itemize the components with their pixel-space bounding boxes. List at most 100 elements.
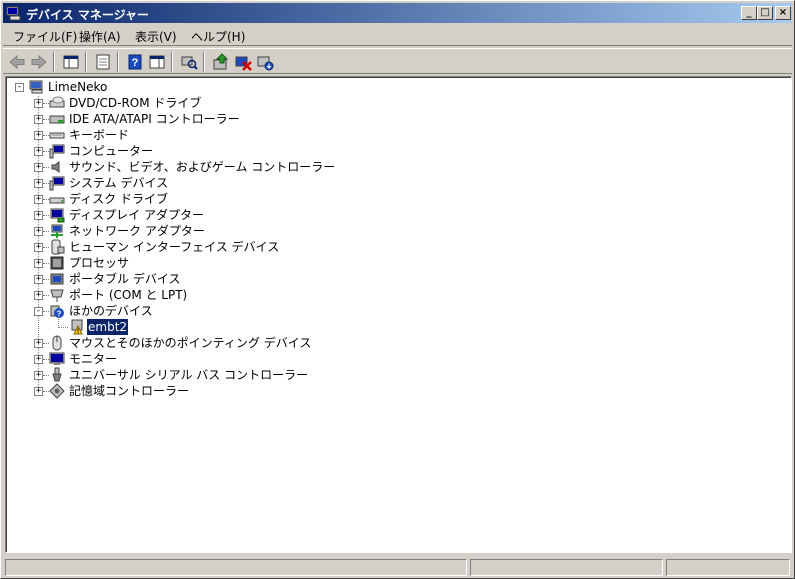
tree-category-node[interactable]: + ポータブル デバイス <box>7 271 427 287</box>
computer-root-icon <box>29 80 43 94</box>
tree-category-label: システム デバイス <box>69 176 169 190</box>
tree-category-node[interactable]: + 記憶域コントローラー <box>7 383 427 399</box>
menu-view[interactable]: 表示(V) <box>135 28 177 45</box>
tree-category-node[interactable]: + モニター <box>7 351 427 367</box>
toolbar-separator <box>117 52 119 72</box>
tree-category-node[interactable]: -? ほかのデバイス <box>7 303 427 319</box>
menu-action[interactable]: 操作(A) <box>79 28 121 45</box>
tree-category-node[interactable]: + コンピューター <box>7 143 427 159</box>
tree-category-label: ポート (COM と LPT) <box>69 288 188 302</box>
tree-category-node[interactable]: + ユニバーサル シリアル バス コントローラー <box>7 367 427 383</box>
sound-icon <box>51 161 60 173</box>
tree-category-node[interactable]: + ディスプレイ アダプター <box>7 207 427 223</box>
minimize-button[interactable]: _ <box>741 6 757 20</box>
help-icon[interactable]: ? <box>125 52 145 72</box>
tree-category-label: ユニバーサル シリアル バス コントローラー <box>69 368 309 382</box>
status-panel-main <box>5 559 467 576</box>
tree-category-node[interactable]: + ヒューマン インターフェイス デバイス <box>7 239 427 255</box>
expand-toggle[interactable]: + <box>34 243 43 252</box>
status-bar <box>3 557 792 577</box>
properties-icon[interactable] <box>93 52 113 72</box>
device-tree-pane[interactable]: - LimeNeko + DVD/CD-ROM ドライブ + IDE ATA/ATAP… <box>5 76 792 553</box>
keyboard-icon <box>49 132 65 139</box>
unknown-device-icon: ? <box>50 305 64 319</box>
collapse-toggle[interactable]: - <box>34 307 43 316</box>
warning-device-icon: ! <box>71 319 83 335</box>
expand-toggle[interactable]: + <box>34 163 43 172</box>
monitor-icon <box>49 352 65 365</box>
status-panel-right <box>666 559 790 576</box>
tree-category-label: IDE ATA/ATAPI コントローラー <box>69 112 240 126</box>
collapse-toggle[interactable]: - <box>15 83 24 92</box>
tree-category-label: ネットワーク アダプター <box>69 224 205 238</box>
back-arrow-icon[interactable] <box>7 52 27 72</box>
toolbar-separator <box>203 52 205 72</box>
expand-toggle[interactable]: + <box>34 355 43 364</box>
tree-category-node[interactable]: + システム デバイス <box>7 175 427 191</box>
tree-category-node[interactable]: + サウンド、ビデオ、およびゲーム コントローラー <box>7 159 427 175</box>
device-tree: - LimeNeko + DVD/CD-ROM ドライブ + IDE ATA/ATAP… <box>6 77 791 552</box>
network-adapter-icon <box>51 224 63 238</box>
hid-icon <box>51 239 65 255</box>
tree-category-node[interactable]: + プロセッサ <box>7 255 427 271</box>
display-adapter-icon <box>50 208 65 223</box>
toolbar-separator <box>53 52 55 72</box>
expand-toggle[interactable]: + <box>34 147 43 156</box>
device-manager-window: デバイス マネージャー _ □ × ファイル(F) 操作(A) 表示(V) ヘル… <box>0 0 795 579</box>
expand-toggle[interactable]: + <box>34 211 43 220</box>
uninstall-icon[interactable] <box>233 52 253 72</box>
tree-category-label: プロセッサ <box>69 256 130 270</box>
tree-category-node[interactable]: + ディスク ドライブ <box>7 191 427 207</box>
expand-toggle[interactable]: + <box>34 179 43 188</box>
tree-category-label: ディスプレイ アダプター <box>69 208 204 222</box>
expand-toggle[interactable]: + <box>34 291 43 300</box>
system-device-icon <box>49 176 65 191</box>
expand-toggle[interactable]: + <box>34 259 43 268</box>
status-panel-middle <box>470 559 663 576</box>
usb-icon <box>52 367 62 382</box>
expand-toggle[interactable]: + <box>34 131 43 140</box>
menu-file[interactable]: ファイル(F) <box>13 28 77 45</box>
tree-category-label: サウンド、ビデオ、およびゲーム コントローラー <box>69 160 336 174</box>
disk-drive-icon <box>49 197 65 204</box>
forward-arrow-icon[interactable] <box>29 52 49 72</box>
window-title: デバイス マネージャー <box>26 8 149 22</box>
close-button[interactable]: × <box>775 6 791 20</box>
tree-category-node[interactable]: + マウスとそのほかのポインティング デバイス <box>7 335 427 351</box>
expand-toggle[interactable]: + <box>34 339 43 348</box>
expand-toggle[interactable]: + <box>34 99 43 108</box>
tree-category-label: キーボード <box>69 128 130 142</box>
disable-device-icon[interactable] <box>255 52 275 72</box>
tree-root-label: LimeNeko <box>48 80 108 94</box>
scan-hardware-icon[interactable] <box>179 52 199 72</box>
tree-category-node[interactable]: + DVD/CD-ROM ドライブ <box>7 95 427 111</box>
processor-icon <box>50 256 64 270</box>
tree-category-label: ディスク ドライブ <box>69 192 168 206</box>
expand-toggle[interactable]: + <box>34 371 43 380</box>
tree-category-label: コンピューター <box>69 144 154 158</box>
tree-category-node[interactable]: + キーボード <box>7 127 427 143</box>
mouse-icon <box>52 335 62 351</box>
expand-toggle[interactable]: + <box>34 387 43 396</box>
tree-category-node[interactable]: + ネットワーク アダプター <box>7 223 427 239</box>
action-pane-icon[interactable] <box>147 52 167 72</box>
tree-category-node[interactable]: + IDE ATA/ATAPI コントローラー <box>7 111 427 127</box>
expand-toggle[interactable]: + <box>34 195 43 204</box>
menu-help[interactable]: ヘルプ(H) <box>191 28 245 45</box>
title-bar[interactable]: デバイス マネージャー _ □ × <box>3 3 792 23</box>
maximize-button[interactable]: □ <box>757 6 773 20</box>
tree-device-node[interactable]: ! embt2 <box>7 318 207 336</box>
console-tree-icon[interactable] <box>61 52 81 72</box>
menu-bar: ファイル(F) 操作(A) 表示(V) ヘルプ(H) <box>3 24 792 46</box>
toolbar-separator <box>171 52 173 72</box>
ide-controller-icon <box>49 115 65 124</box>
expand-toggle[interactable]: + <box>34 275 43 284</box>
expand-toggle[interactable]: + <box>34 115 43 124</box>
tree-root-node[interactable]: - LimeNeko <box>7 79 127 95</box>
expand-toggle[interactable]: + <box>34 227 43 236</box>
tree-category-label: DVD/CD-ROM ドライブ <box>69 96 202 110</box>
update-driver-icon[interactable] <box>211 52 231 72</box>
tree-category-label: 記憶域コントローラー <box>69 384 190 398</box>
tree-category-node[interactable]: + ポート (COM と LPT) <box>7 287 427 303</box>
tree-category-label: ほかのデバイス <box>69 304 153 318</box>
